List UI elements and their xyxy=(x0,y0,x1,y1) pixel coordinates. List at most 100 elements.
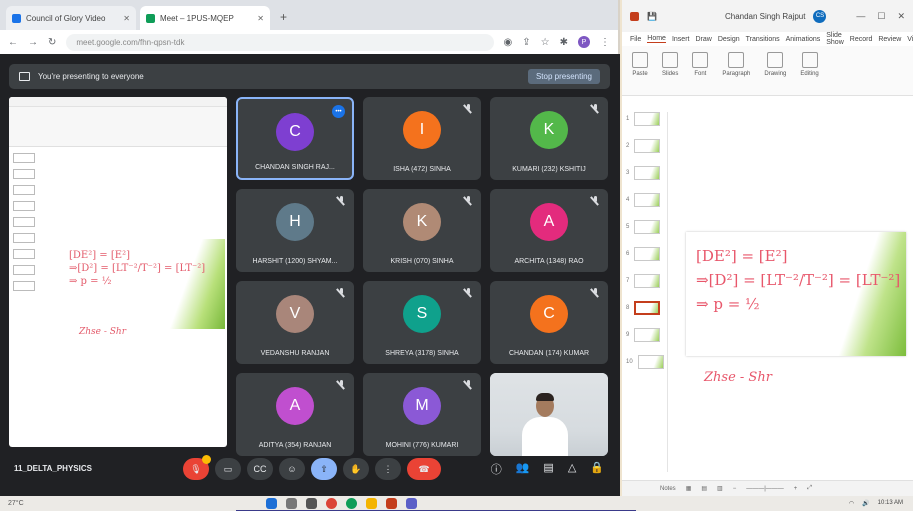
edge-icon[interactable] xyxy=(346,498,357,509)
end-call-button[interactable]: ☎ xyxy=(407,458,441,480)
explorer-icon[interactable] xyxy=(366,498,377,509)
slide-number: 3 xyxy=(626,170,630,176)
slide-thumbnail[interactable]: 7 xyxy=(626,274,667,288)
search-icon[interactable] xyxy=(286,498,297,509)
ribbon-group-font[interactable]: Font xyxy=(692,52,709,89)
close-icon[interactable]: ✕ xyxy=(123,14,130,23)
forward-icon[interactable]: → xyxy=(28,37,38,48)
emoji-button[interactable]: ☺ xyxy=(279,458,305,480)
participant-avatar: M xyxy=(403,387,441,425)
mic-button[interactable]: 🎙 xyxy=(183,455,211,480)
slide-thumbnail-pane: 1 2 3 4 5 6 7 8 9 10 xyxy=(622,112,668,472)
slide-thumbnail[interactable]: 1 xyxy=(626,112,667,126)
ppt-menu-insert[interactable]: Insert xyxy=(672,36,690,43)
participant-tile[interactable]: A ARCHITA (1348) RAO xyxy=(490,189,608,272)
shared-screen-preview[interactable]: [DE²] = [E²] ⇒[D²] = [LT⁻²/T⁻²] = [LT⁻²]… xyxy=(9,97,227,447)
info-icon[interactable]: ⓘ xyxy=(491,461,502,477)
volume-icon[interactable]: 🔊 xyxy=(862,500,869,507)
powerpoint-icon[interactable] xyxy=(386,498,397,509)
raise-hand-button[interactable]: ✋ xyxy=(343,458,369,480)
ppt-menu-design[interactable]: Design xyxy=(718,36,740,43)
slide-thumbnail[interactable]: 3 xyxy=(626,166,667,180)
ppt-menu-record[interactable]: Record xyxy=(850,36,873,43)
mic-muted-icon xyxy=(465,380,472,388)
menu-icon[interactable]: ⋮ xyxy=(600,37,610,48)
participant-tile[interactable]: S SHREYA (3178) SINHA xyxy=(363,281,481,364)
zoom-in-icon[interactable]: + xyxy=(794,486,798,492)
chat-icon[interactable]: ▤ xyxy=(543,461,553,477)
minimize-icon[interactable]: — xyxy=(856,11,865,22)
zoom-out-icon[interactable]: − xyxy=(733,486,737,492)
slide-thumbnail[interactable]: 6 xyxy=(626,247,667,261)
browser-tab-1[interactable]: Council of Glory Video ✕ xyxy=(6,6,136,30)
sorter-view-icon[interactable]: ▤ xyxy=(701,485,707,492)
store-icon[interactable] xyxy=(406,498,417,509)
mic-muted-icon xyxy=(338,288,345,296)
close-icon[interactable]: ✕ xyxy=(897,11,905,22)
url-field[interactable]: meet.google.com/fhn-qpsn-tdk xyxy=(66,33,494,51)
start-icon[interactable] xyxy=(266,498,277,509)
notes-button[interactable]: Notes xyxy=(660,486,676,492)
participant-tile[interactable]: V VEDANSHU RANJAN xyxy=(236,281,354,364)
zoom-slider[interactable]: ———|——— xyxy=(746,486,784,492)
ppt-menu-transitions[interactable]: Transitions xyxy=(746,36,780,43)
normal-view-icon[interactable]: ▦ xyxy=(686,485,692,492)
slide-thumbnail[interactable]: 2 xyxy=(626,139,667,153)
user-avatar[interactable]: CS xyxy=(813,9,827,23)
chrome-icon[interactable] xyxy=(326,498,337,509)
ppt-menu-file[interactable]: File xyxy=(630,36,641,43)
fit-icon[interactable]: ⤢ xyxy=(807,485,812,492)
wifi-icon[interactable]: ◠ xyxy=(849,500,854,507)
people-icon[interactable]: 👥 xyxy=(516,461,530,477)
camera-button[interactable]: ▭ xyxy=(215,458,241,480)
save-icon[interactable]: 💾 xyxy=(647,12,657,21)
back-icon[interactable]: ← xyxy=(8,37,18,48)
camera-indicator-icon[interactable]: ◉ xyxy=(504,37,513,48)
task-view-icon[interactable] xyxy=(306,498,317,509)
ribbon-group-paragraph[interactable]: Paragraph xyxy=(722,52,750,89)
participant-tile[interactable]: H HARSHIT (1200) SHYAM... xyxy=(236,189,354,272)
clock[interactable]: 10:13 AM xyxy=(878,500,903,507)
maximize-icon[interactable]: ☐ xyxy=(877,11,885,22)
ppt-menu-animations[interactable]: Animations xyxy=(786,36,821,43)
ppt-menu-view[interactable]: View xyxy=(907,36,913,43)
slide-thumbnail[interactable]: 8 xyxy=(626,301,667,315)
ribbon-group-drawing[interactable]: Drawing xyxy=(764,52,786,89)
tab-title: Council of Glory Video xyxy=(26,13,106,23)
activities-icon[interactable]: △ xyxy=(568,461,576,477)
participant-tile[interactable]: K KRISH (070) SINHA xyxy=(363,189,481,272)
participant-tile[interactable]: C CHANDAN SINGH RAJ... ••• xyxy=(236,97,354,180)
close-icon[interactable]: ✕ xyxy=(257,14,264,23)
captions-button[interactable]: CC xyxy=(247,458,273,480)
slide-thumbnail[interactable]: 4 xyxy=(626,193,667,207)
profile-avatar[interactable]: P xyxy=(578,36,590,48)
browser-window: Council of Glory Video ✕ Meet – 1PUS-MQE… xyxy=(0,0,620,496)
slide-thumbnail[interactable]: 5 xyxy=(626,220,667,234)
ribbon-group-paste[interactable]: Paste xyxy=(632,52,648,89)
participant-tile[interactable]: K KUMARI (232) KSHITIJ xyxy=(490,97,608,180)
more-options-button[interactable]: ⋮ xyxy=(375,458,401,480)
ppt-menu-draw[interactable]: Draw xyxy=(695,36,711,43)
ribbon-group-editing[interactable]: Editing xyxy=(800,52,819,89)
participant-tile[interactable]: I ISHA (472) SINHA xyxy=(363,97,481,180)
reload-icon[interactable]: ↻ xyxy=(48,37,56,48)
star-icon[interactable]: ☆ xyxy=(541,37,550,48)
slide-number: 2 xyxy=(626,143,630,149)
ppt-menu-home[interactable]: Home xyxy=(647,35,666,43)
stop-presenting-button[interactable]: Stop presenting xyxy=(527,69,600,84)
slide-thumbnail[interactable]: 10 xyxy=(626,355,667,369)
present-button[interactable]: ⇧ xyxy=(311,458,337,480)
reading-view-icon[interactable]: ▥ xyxy=(717,485,723,492)
participant-tile[interactable]: C CHANDAN (174) KUMAR xyxy=(490,281,608,364)
lock-icon[interactable]: 🔒 xyxy=(590,461,604,477)
ppt-menu-review[interactable]: Review xyxy=(878,36,901,43)
extensions-icon[interactable]: ✱ xyxy=(560,37,568,48)
ribbon-group-slides[interactable]: Slides xyxy=(662,52,678,89)
browser-tab-2[interactable]: Meet – 1PUS-MQEP ✕ xyxy=(140,6,270,30)
slide-thumbnail-image xyxy=(634,247,661,261)
new-tab-icon[interactable]: + xyxy=(274,10,293,30)
weather-widget[interactable]: 27°C xyxy=(8,500,24,507)
share-icon[interactable]: ⇪ xyxy=(522,37,530,48)
ppt-menu-slide-show[interactable]: Slide Show xyxy=(826,32,844,46)
slide-thumbnail[interactable]: 9 xyxy=(626,328,667,342)
